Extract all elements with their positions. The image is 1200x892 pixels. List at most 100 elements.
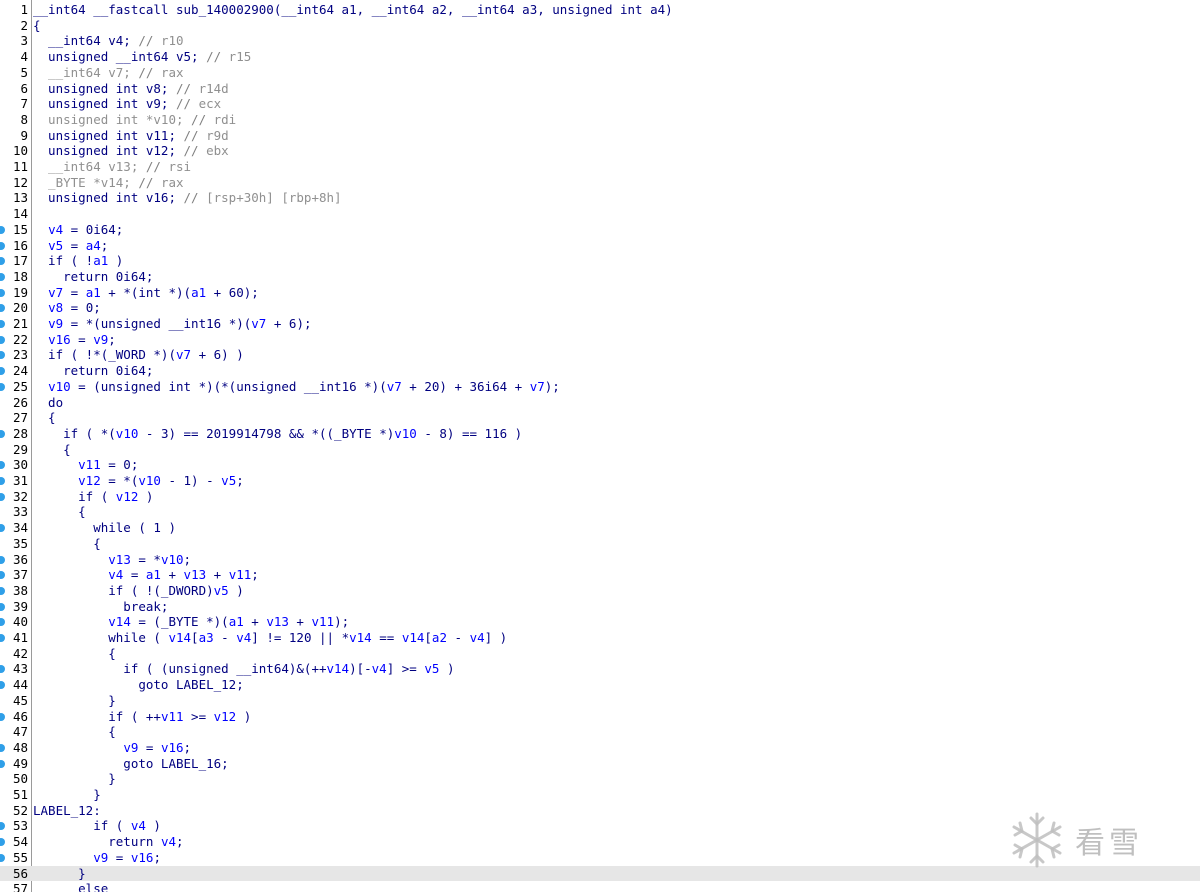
code-text[interactable]: v8 = 0;	[33, 300, 101, 316]
code-text[interactable]: __int64 v4; // r10	[33, 33, 183, 49]
code-line[interactable]: 33 {	[0, 504, 1200, 520]
code-token[interactable]: a1	[146, 567, 161, 582]
code-text[interactable]: v9 = v16;	[33, 850, 161, 866]
line-gutter[interactable]: 32	[0, 489, 31, 505]
code-line[interactable]: 15 v4 = 0i64;	[0, 222, 1200, 238]
line-gutter[interactable]: 17	[0, 253, 31, 269]
line-gutter[interactable]: 22	[0, 332, 31, 348]
code-text[interactable]: v4 = 0i64;	[33, 222, 123, 238]
line-gutter[interactable]: 41	[0, 630, 31, 646]
line-gutter[interactable]: 25	[0, 379, 31, 395]
line-gutter[interactable]: 53	[0, 818, 31, 834]
breakpoint-dot-icon[interactable]	[0, 838, 5, 847]
code-text[interactable]: unsigned int v16; // [rsp+30h] [rbp+8h]	[33, 190, 342, 206]
line-gutter[interactable]: 15	[0, 222, 31, 238]
code-line[interactable]: 26 do	[0, 395, 1200, 411]
code-line[interactable]: 24 return 0i64;	[0, 363, 1200, 379]
code-line[interactable]: 8 unsigned int *v10; // rdi	[0, 112, 1200, 128]
code-line[interactable]: 44 goto LABEL_12;	[0, 677, 1200, 693]
code-text[interactable]: unsigned __int64 v5; // r15	[33, 49, 251, 65]
line-gutter[interactable]: 28	[0, 426, 31, 442]
line-gutter[interactable]: 14	[0, 206, 31, 222]
code-text[interactable]: return v4;	[33, 834, 183, 850]
code-token[interactable]: v14	[168, 630, 191, 645]
code-text[interactable]: if ( !a1 )	[33, 253, 123, 269]
line-gutter[interactable]: 38	[0, 583, 31, 599]
code-token[interactable]: v7	[251, 316, 266, 331]
code-text[interactable]: {	[33, 18, 41, 34]
breakpoint-dot-icon[interactable]	[0, 492, 5, 501]
code-text[interactable]: if ( v4 )	[33, 818, 161, 834]
code-text[interactable]: unsigned int *v10; // rdi	[33, 112, 236, 128]
code-text[interactable]: v9 = v16;	[33, 740, 191, 756]
breakpoint-dot-icon[interactable]	[0, 853, 5, 862]
code-token[interactable]: v4	[161, 834, 176, 849]
code-token[interactable]: v8	[48, 300, 63, 315]
line-gutter[interactable]: 2	[0, 18, 31, 34]
line-gutter[interactable]: 20	[0, 300, 31, 316]
code-line[interactable]: 31 v12 = *(v10 - 1) - v5;	[0, 473, 1200, 489]
line-gutter[interactable]: 47	[0, 724, 31, 740]
code-line[interactable]: 50 }	[0, 771, 1200, 787]
line-gutter[interactable]: 56	[0, 866, 31, 882]
line-gutter[interactable]: 55	[0, 850, 31, 866]
code-token[interactable]: v4	[372, 661, 387, 676]
code-token[interactable]: v9	[93, 332, 108, 347]
code-line[interactable]: 36 v13 = *v10;	[0, 552, 1200, 568]
breakpoint-dot-icon[interactable]	[0, 225, 5, 234]
breakpoint-dot-icon[interactable]	[0, 320, 5, 328]
code-text[interactable]: _BYTE *v14; // rax	[33, 175, 183, 191]
code-text[interactable]: unsigned int v8; // r14d	[33, 81, 229, 97]
code-text[interactable]: v9 = *(unsigned __int16 *)(v7 + 6);	[33, 316, 311, 332]
code-token[interactable]: v14	[349, 630, 372, 645]
code-text[interactable]: __int64 __fastcall sub_140002900(__int64…	[33, 2, 673, 18]
code-token[interactable]: a1	[191, 285, 206, 300]
code-token[interactable]: v13	[266, 614, 289, 629]
line-gutter[interactable]: 52	[0, 803, 31, 819]
line-gutter[interactable]: 12	[0, 175, 31, 191]
line-gutter[interactable]: 21	[0, 316, 31, 332]
code-text[interactable]: {	[33, 410, 56, 426]
code-line[interactable]: 4 unsigned __int64 v5; // r15	[0, 49, 1200, 65]
code-text[interactable]: {	[33, 536, 101, 552]
breakpoint-dot-icon[interactable]	[0, 241, 5, 250]
breakpoint-dot-icon[interactable]	[0, 461, 5, 470]
code-line[interactable]: 10 unsigned int v12; // ebx	[0, 143, 1200, 159]
code-text[interactable]: unsigned int v9; // ecx	[33, 96, 221, 112]
code-token[interactable]: v14	[108, 614, 131, 629]
breakpoint-dot-icon[interactable]	[0, 351, 5, 360]
line-gutter[interactable]: 9	[0, 128, 31, 144]
code-line[interactable]: 40 v14 = (_BYTE *)(a1 + v13 + v11);	[0, 614, 1200, 630]
line-gutter[interactable]: 49	[0, 756, 31, 772]
code-line[interactable]: 48 v9 = v16;	[0, 740, 1200, 756]
code-token[interactable]: v4	[470, 630, 485, 645]
code-line[interactable]: 17 if ( !a1 )	[0, 253, 1200, 269]
code-token[interactable]: v4	[236, 630, 251, 645]
breakpoint-dot-icon[interactable]	[0, 665, 5, 674]
code-token[interactable]: v5	[424, 661, 439, 676]
code-text[interactable]: goto LABEL_12;	[33, 677, 243, 693]
code-line[interactable]: 3 __int64 v4; // r10	[0, 33, 1200, 49]
code-token[interactable]: a4	[86, 238, 101, 253]
code-token[interactable]: v5	[48, 238, 63, 253]
code-text[interactable]: while ( 1 )	[33, 520, 176, 536]
code-token[interactable]: v16	[161, 740, 184, 755]
line-gutter[interactable]: 7	[0, 96, 31, 112]
code-token[interactable]: v4	[131, 818, 146, 833]
code-text[interactable]: v11 = 0;	[33, 457, 138, 473]
code-token[interactable]: a1	[229, 614, 244, 629]
code-line[interactable]: 57 else	[0, 881, 1200, 892]
code-line[interactable]: 43 if ( (unsigned __int64)&(++v14)[-v4] …	[0, 661, 1200, 677]
code-line[interactable]: 5 __int64 v7; // rax	[0, 65, 1200, 81]
breakpoint-dot-icon[interactable]	[0, 477, 5, 485]
breakpoint-dot-icon[interactable]	[0, 367, 5, 376]
code-line[interactable]: 49 goto LABEL_16;	[0, 756, 1200, 772]
line-gutter[interactable]: 11	[0, 159, 31, 175]
code-text[interactable]: LABEL_12:	[33, 803, 101, 819]
code-line[interactable]: 14	[0, 206, 1200, 222]
code-text[interactable]: return 0i64;	[33, 269, 153, 285]
line-gutter[interactable]: 45	[0, 693, 31, 709]
breakpoint-dot-icon[interactable]	[0, 759, 5, 768]
code-line[interactable]: 19 v7 = a1 + *(int *)(a1 + 60);	[0, 285, 1200, 301]
code-token[interactable]: v12	[78, 473, 101, 488]
